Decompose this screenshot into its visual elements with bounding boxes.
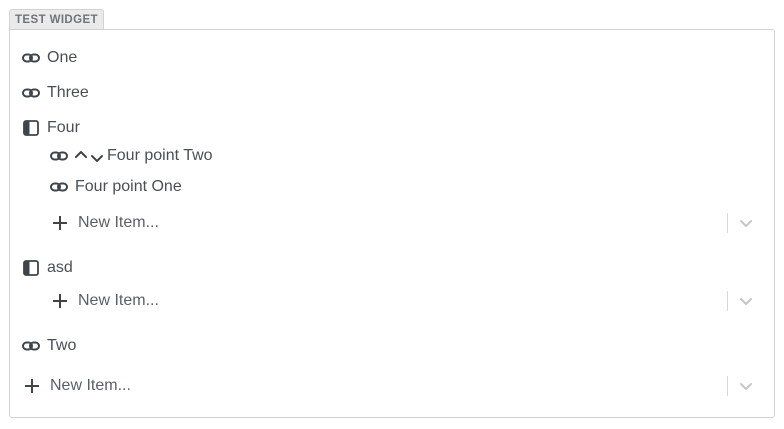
- move-up-icon[interactable]: [73, 146, 89, 166]
- chevron-down-icon[interactable]: [736, 291, 756, 311]
- widget-container: One Three Four Four point Two Four point…: [9, 29, 775, 418]
- list-item-label: Three: [47, 84, 89, 101]
- link-icon: [21, 83, 41, 103]
- list-item-three[interactable]: Three: [21, 81, 89, 105]
- plus-icon: [50, 291, 70, 311]
- plus-icon: [50, 213, 70, 233]
- group-item-asd[interactable]: asd: [21, 256, 73, 280]
- new-item-input[interactable]: New Item...: [78, 214, 159, 232]
- list-item-four-point-two[interactable]: Four point Two: [49, 144, 213, 168]
- list-item-label: Four point Two: [107, 147, 213, 164]
- new-item-four[interactable]: New Item...: [50, 209, 159, 237]
- link-icon: [49, 146, 69, 166]
- sidebar-panel-icon: [21, 118, 41, 138]
- move-down-icon[interactable]: [89, 146, 105, 166]
- list-item-label: One: [47, 49, 78, 66]
- move-controls: [73, 146, 105, 166]
- sidebar-panel-icon: [21, 258, 41, 278]
- link-icon: [49, 177, 69, 197]
- link-icon: [21, 48, 41, 68]
- chevron-down-icon[interactable]: [736, 213, 756, 233]
- new-item-input[interactable]: New Item...: [78, 292, 159, 310]
- list-item-two[interactable]: Two: [21, 334, 76, 358]
- plus-icon: [22, 376, 42, 396]
- link-icon: [21, 336, 41, 356]
- new-item-root[interactable]: New Item...: [22, 372, 131, 400]
- new-item-input[interactable]: New Item...: [50, 377, 131, 395]
- list-item-label: Two: [47, 337, 77, 354]
- group-item-label: asd: [47, 259, 73, 276]
- divider: [727, 213, 728, 233]
- chevron-down-icon[interactable]: [736, 376, 756, 396]
- group-item-label: Four: [47, 119, 80, 136]
- group-item-four[interactable]: Four: [21, 116, 80, 140]
- new-item-asd[interactable]: New Item...: [50, 287, 159, 315]
- divider: [727, 291, 728, 311]
- list-item-label: Four point One: [75, 178, 182, 195]
- widget-title: TEST WIDGET: [9, 9, 104, 29]
- list-item-four-point-one[interactable]: Four point One: [49, 175, 182, 199]
- list-item-one[interactable]: One: [21, 46, 77, 70]
- divider: [727, 376, 728, 396]
